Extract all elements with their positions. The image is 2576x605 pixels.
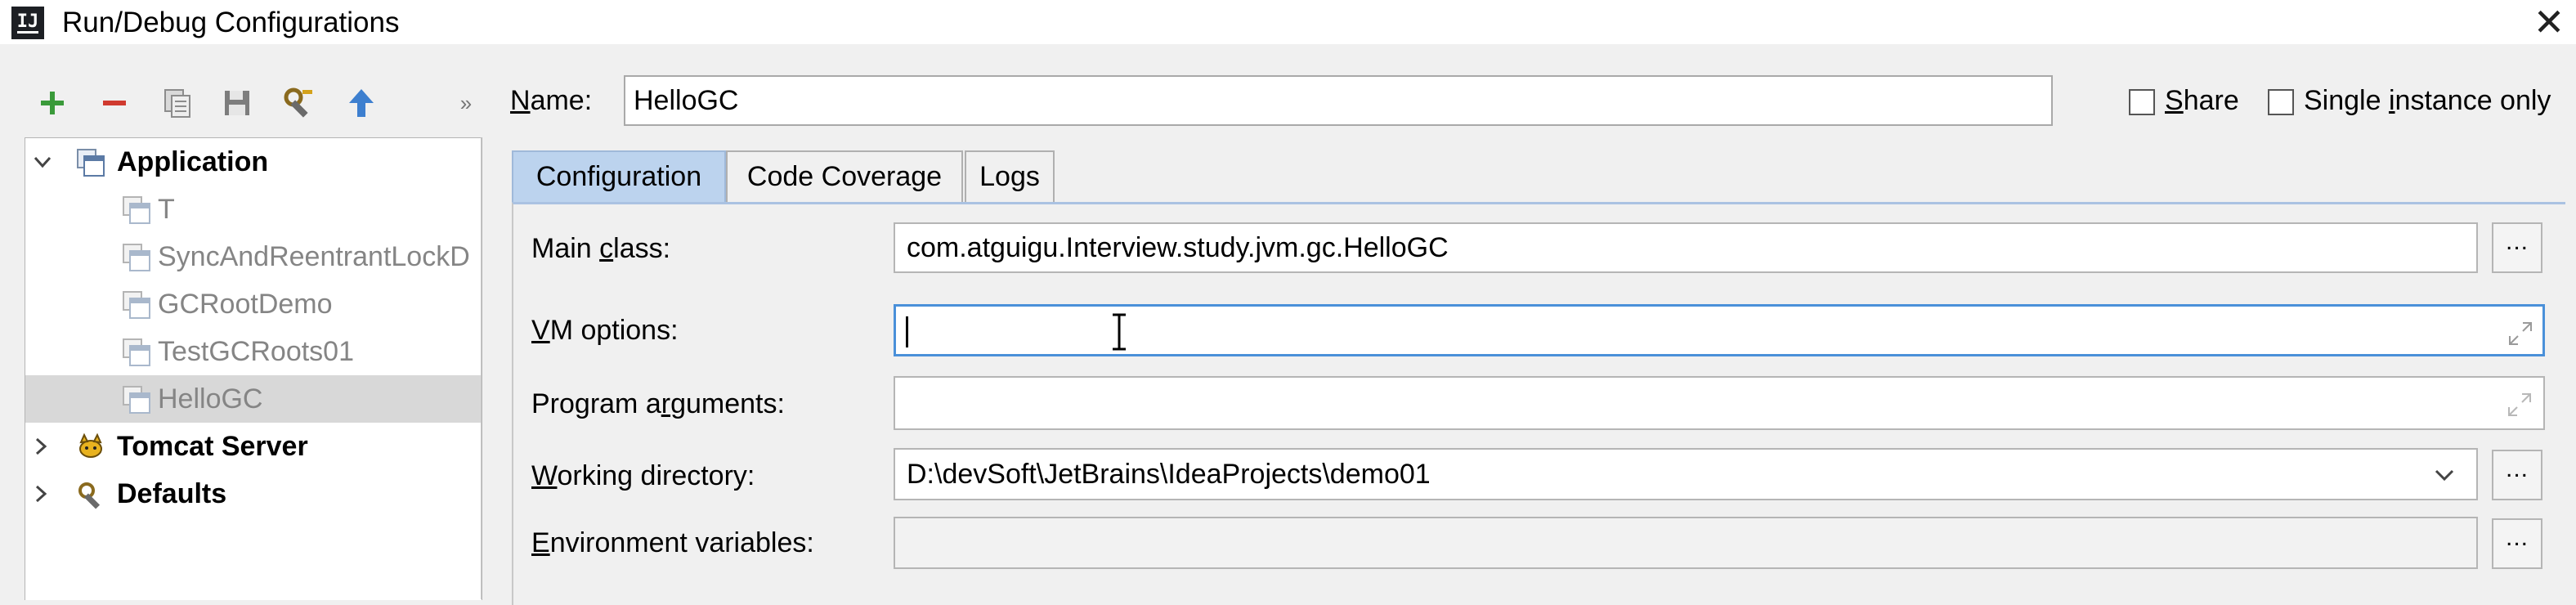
text-caret bbox=[906, 316, 908, 347]
tree-item-testgcroots01[interactable]: TestGCRoots01 bbox=[25, 328, 482, 375]
tab-code-coverage[interactable]: Code Coverage bbox=[726, 150, 963, 203]
configuration-tree: Application T SyncAndReentrantLockD GCRo… bbox=[25, 137, 482, 600]
mouse-ibeam-cursor bbox=[1113, 313, 1126, 351]
tree-label-application: Application bbox=[117, 146, 269, 177]
copy-icon[interactable] bbox=[160, 78, 196, 128]
application-icon bbox=[77, 149, 105, 177]
tree-label-defaults: Defaults bbox=[117, 478, 227, 509]
more-icon[interactable]: » bbox=[448, 78, 484, 128]
tree-item-defaults[interactable]: Defaults bbox=[25, 470, 482, 518]
class-config-icon bbox=[123, 291, 150, 319]
save-icon[interactable] bbox=[219, 78, 255, 128]
single-instance-label: Single instance only bbox=[2304, 85, 2551, 116]
close-icon[interactable]: ✕ bbox=[2526, 2, 2572, 43]
tree-item-t[interactable]: T bbox=[25, 186, 482, 233]
chevron-right-icon[interactable] bbox=[29, 434, 53, 459]
working-directory-label: Working directory: bbox=[531, 460, 755, 491]
vm-options-field[interactable] bbox=[894, 304, 2545, 356]
tree-item-syncandreentrantlock[interactable]: SyncAndReentrantLockD bbox=[25, 233, 482, 280]
tree-label-syncandreentrantlock: SyncAndReentrantLockD bbox=[158, 241, 470, 272]
share-checkbox[interactable] bbox=[2129, 89, 2155, 115]
name-label: Name: bbox=[510, 85, 593, 116]
expand-icon[interactable] bbox=[2506, 391, 2533, 419]
chevron-right-icon[interactable] bbox=[29, 482, 53, 506]
environment-variables-label: Environment variables: bbox=[531, 527, 814, 558]
remove-icon[interactable] bbox=[96, 78, 132, 128]
vm-options-label: VM options: bbox=[531, 315, 679, 346]
working-directory-field[interactable]: D:\devSoft\JetBrains\IdeaProjects\demo01 bbox=[894, 448, 2478, 500]
main-class-browse-button[interactable]: ... bbox=[2492, 222, 2542, 273]
move-up-icon[interactable] bbox=[343, 78, 379, 128]
add-icon[interactable] bbox=[34, 78, 70, 128]
tab-configuration[interactable]: Configuration bbox=[512, 150, 726, 203]
class-config-icon bbox=[123, 196, 150, 224]
single-instance-checkbox[interactable] bbox=[2268, 89, 2294, 115]
tomcat-icon bbox=[79, 432, 102, 458]
tree-item-application[interactable]: Application bbox=[25, 138, 482, 186]
main-class-field[interactable]: com.atguigu.Interview.study.jvm.gc.Hello… bbox=[894, 222, 2478, 273]
name-input[interactable]: HelloGC bbox=[624, 75, 2053, 126]
tree-label-testgcroots01: TestGCRoots01 bbox=[158, 336, 354, 367]
intellij-app-icon: IJ bbox=[11, 7, 44, 39]
class-config-icon bbox=[123, 244, 150, 271]
defaults-wrench-icon bbox=[78, 482, 101, 509]
tree-item-tomcat-server[interactable]: Tomcat Server bbox=[25, 423, 482, 470]
tree-label-hellogc: HelloGC bbox=[158, 383, 263, 415]
edit-defaults-icon[interactable] bbox=[281, 78, 317, 128]
tab-logs[interactable]: Logs bbox=[965, 150, 1055, 203]
chevron-down-icon[interactable] bbox=[30, 150, 55, 174]
class-config-icon bbox=[123, 338, 150, 366]
tree-item-hellogc[interactable]: HelloGC bbox=[25, 375, 482, 423]
tree-label-t: T bbox=[158, 194, 175, 225]
program-arguments-label: Program arguments: bbox=[531, 388, 785, 419]
expand-icon[interactable] bbox=[2507, 320, 2534, 347]
class-config-icon bbox=[123, 386, 150, 414]
window-title: Run/Debug Configurations bbox=[62, 7, 400, 38]
environment-variables-browse-button[interactable]: ... bbox=[2492, 518, 2542, 569]
tree-item-gcrootdemo[interactable]: GCRootDemo bbox=[25, 280, 482, 328]
share-label: Share bbox=[2165, 85, 2239, 116]
environment-variables-field[interactable] bbox=[894, 517, 2478, 569]
program-arguments-field[interactable] bbox=[894, 376, 2545, 430]
chevron-down-icon[interactable] bbox=[2432, 466, 2457, 484]
tree-label-gcrootdemo: GCRootDemo bbox=[158, 289, 333, 320]
working-directory-browse-button[interactable]: ... bbox=[2492, 450, 2542, 500]
main-class-label: Main class: bbox=[531, 233, 671, 264]
splitter[interactable] bbox=[481, 137, 482, 599]
tree-label-tomcat-server: Tomcat Server bbox=[117, 431, 308, 462]
